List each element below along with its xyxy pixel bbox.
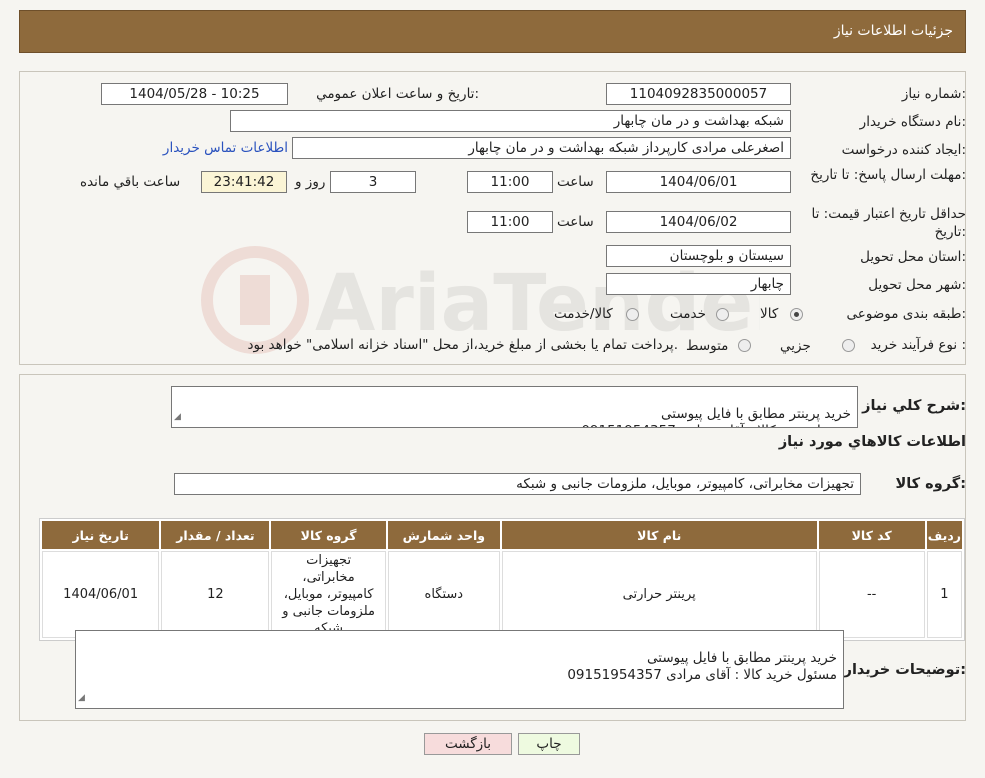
- buyer-notes-label: توضیحات خریدار:: [843, 662, 966, 678]
- summary-textarea[interactable]: خرید پرینتر مطابق با فایل پیوستی مسئول خ…: [171, 386, 858, 428]
- col-name: نام کالا: [501, 521, 817, 549]
- col-quantity: تعداد / مقدار: [161, 521, 270, 549]
- summary-label: شرح کلي نیاز:: [862, 398, 966, 414]
- items-title: اطلاعات کالاهاي مورد نیاز: [778, 434, 966, 450]
- province-field: سیستان و بلوچستان: [606, 245, 791, 267]
- col-group: گروه کالا: [271, 521, 386, 549]
- reply-deadline-label: مهلت ارسال پاسخ: تا تاریخ:: [810, 167, 966, 183]
- need-number-field: 1104092835000057: [606, 83, 791, 105]
- reply-time-label: ساعت: [557, 174, 594, 190]
- col-code: کد کالا: [818, 521, 925, 549]
- announce-label: تاریخ و ساعت اعلان عمومي:: [316, 86, 479, 102]
- remaining-label: ساعت باقي مانده: [80, 174, 181, 190]
- category-radio-service[interactable]: [716, 308, 729, 321]
- process-note: پرداخت تمام یا بخشی از مبلغ خرید،از محل …: [247, 337, 678, 353]
- announce-field: 1404/05/28 - 10:25: [101, 83, 288, 105]
- buyer-org-label: نام دستگاه خریدار:: [859, 114, 966, 130]
- category-label: طبقه بندی موضوعی:: [846, 306, 966, 322]
- cell-need-date: 1404/06/01: [42, 551, 160, 638]
- category-radio-goods[interactable]: [790, 308, 803, 321]
- buyer-org-field: شبکه بهداشت و در مان چابهار: [230, 110, 791, 132]
- summary-text: خرید پرینتر مطابق با فایل پیوستی مسئول خ…: [581, 406, 851, 427]
- cell-quantity: 12: [161, 551, 270, 638]
- resize-grip-icon[interactable]: ◢: [174, 409, 181, 426]
- table-row: 1 -- پرینتر حرارتی دستگاه تجهیزات مخابرا…: [42, 551, 962, 638]
- price-validity-label: حداقل تاریخ اعتبار قیمت: تا تاریخ:: [811, 206, 966, 240]
- category-radio-goods-service[interactable]: [626, 308, 639, 321]
- city-field: چابهار: [606, 273, 791, 295]
- reply-time-field: 11:00: [467, 171, 553, 193]
- col-row: ردیف: [926, 521, 962, 549]
- cell-unit: دستگاه: [387, 551, 500, 638]
- print-button[interactable]: چاپ: [518, 733, 580, 755]
- items-table: ردیف کد کالا نام کالا واحد شمارش گروه کا…: [39, 518, 965, 641]
- remaining-time-field: 23:41:42: [201, 171, 287, 193]
- category-option-service: خدمت: [670, 306, 706, 322]
- cell-row: 1: [926, 551, 962, 638]
- price-date-field: 1404/06/02: [606, 211, 791, 233]
- group-field: تجهیزات مخابراتی، کامپیوتر، موبایل، ملزو…: [174, 473, 861, 495]
- days-field: 3: [330, 171, 416, 193]
- process-radio-medium[interactable]: [738, 339, 751, 352]
- col-unit: واحد شمارش: [387, 521, 500, 549]
- buyer-notes-text: خرید پرینتر مطابق با فایل پیوستی مسئول خ…: [567, 650, 837, 683]
- price-time-field: 11:00: [467, 211, 553, 233]
- process-radio-minor[interactable]: [842, 339, 855, 352]
- table-header-row: ردیف کد کالا نام کالا واحد شمارش گروه کا…: [42, 521, 962, 549]
- resize-grip-icon[interactable]: ◢: [78, 690, 85, 707]
- reply-date-field: 1404/06/01: [606, 171, 791, 193]
- creator-label: ایجاد کننده درخواست:: [841, 142, 966, 158]
- need-number-label: شماره نیاز:: [901, 86, 966, 102]
- col-need-date: تاریخ نیاز: [42, 521, 160, 549]
- group-label: گروه کالا:: [895, 476, 966, 492]
- cell-name: پرینتر حرارتی: [501, 551, 817, 638]
- category-option-goods-service: کالا/خدمت: [554, 306, 613, 322]
- cell-group: تجهیزات مخابراتی، کامپیوتر، موبایل، ملزو…: [271, 551, 386, 638]
- page-header: جزئیات اطلاعات نیاز: [19, 10, 966, 53]
- buyer-notes-textarea[interactable]: خرید پرینتر مطابق با فایل پیوستی مسئول خ…: [75, 630, 844, 709]
- cell-code: --: [818, 551, 925, 638]
- category-option-goods: کالا: [760, 306, 779, 322]
- price-time-label: ساعت: [557, 214, 594, 230]
- creator-field: اصغرعلی مرادی کارپرداز شبکه بهداشت و در …: [292, 137, 791, 159]
- back-button[interactable]: بازگشت: [424, 733, 512, 755]
- city-label: شهر محل تحویل:: [868, 277, 966, 293]
- process-option-medium: متوسط: [686, 338, 729, 354]
- province-label: استان محل تحویل:: [860, 249, 966, 265]
- process-label: نوع فرآیند خرید :: [870, 337, 966, 353]
- buyer-contact-link[interactable]: اطلاعات تماس خریدار: [152, 140, 288, 156]
- days-label: روز و: [295, 174, 326, 190]
- page-title: جزئیات اطلاعات نیاز: [833, 23, 953, 39]
- process-option-minor: جزیي: [780, 338, 811, 354]
